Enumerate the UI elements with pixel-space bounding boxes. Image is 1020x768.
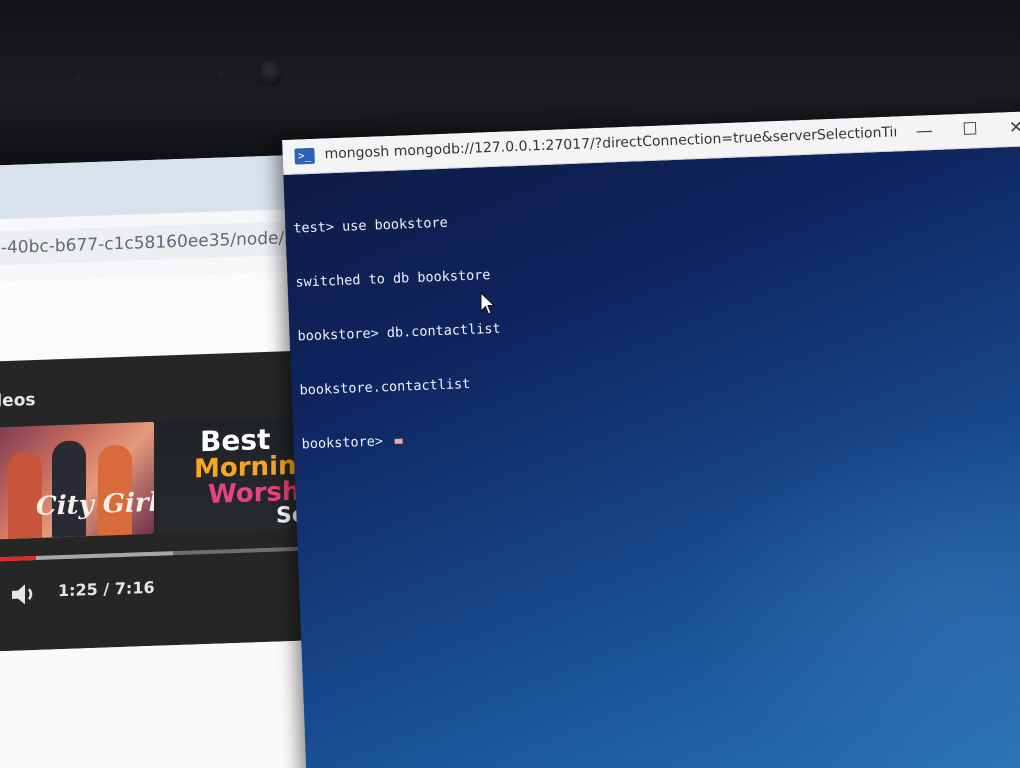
minimize-button[interactable]: — [902, 115, 947, 151]
bezel-dot [76, 74, 82, 80]
console-line: bookstore.contactlist [299, 375, 471, 399]
console-line: switched to db bookstore [295, 267, 491, 291]
played-bar [0, 555, 36, 563]
video-progress-bar[interactable] [0, 545, 340, 563]
thumbnail-title: City Girls [36, 487, 154, 522]
light-sensor [218, 71, 224, 77]
console-line: test> use bookstore [293, 214, 449, 237]
volume-icon[interactable] [10, 582, 38, 607]
photo-of-screen: 7-40bc-b677-c1c58160ee35/node/S deos Cit… [0, 0, 1020, 768]
address-bar[interactable]: 7-40bc-b677-c1c58160ee35/node/S [0, 220, 320, 266]
powershell-icon: >_ [294, 147, 315, 165]
console-line: bookstore> db.contactlist [297, 320, 501, 345]
mouse-pointer-icon [480, 292, 496, 315]
maximize-button[interactable]: ☐ [948, 113, 993, 149]
videos-heading: deos [0, 389, 36, 412]
text-caret [394, 438, 404, 444]
video-thumbnail[interactable]: City Girls [0, 421, 154, 540]
close-button[interactable]: ✕ [993, 111, 1020, 147]
browser-lower-page [0, 639, 340, 768]
prompt-text: bookstore> [301, 433, 392, 453]
webcam [258, 60, 284, 86]
terminal-output[interactable]: test> use bookstore switched to db books… [292, 157, 1003, 490]
video-player[interactable]: deos City Girls Best Mornin Worshi Son [0, 349, 340, 653]
time-display: 1:25 / 7:16 [58, 577, 155, 601]
terminal-window[interactable]: >_ mongosh mongodb://127.0.0.1:27017/?di… [282, 110, 1020, 768]
thumbnail-figure [52, 440, 86, 538]
prompt-line[interactable]: bookstore> [301, 409, 1001, 454]
player-controls: 1:25 / 7:16 [0, 561, 340, 618]
